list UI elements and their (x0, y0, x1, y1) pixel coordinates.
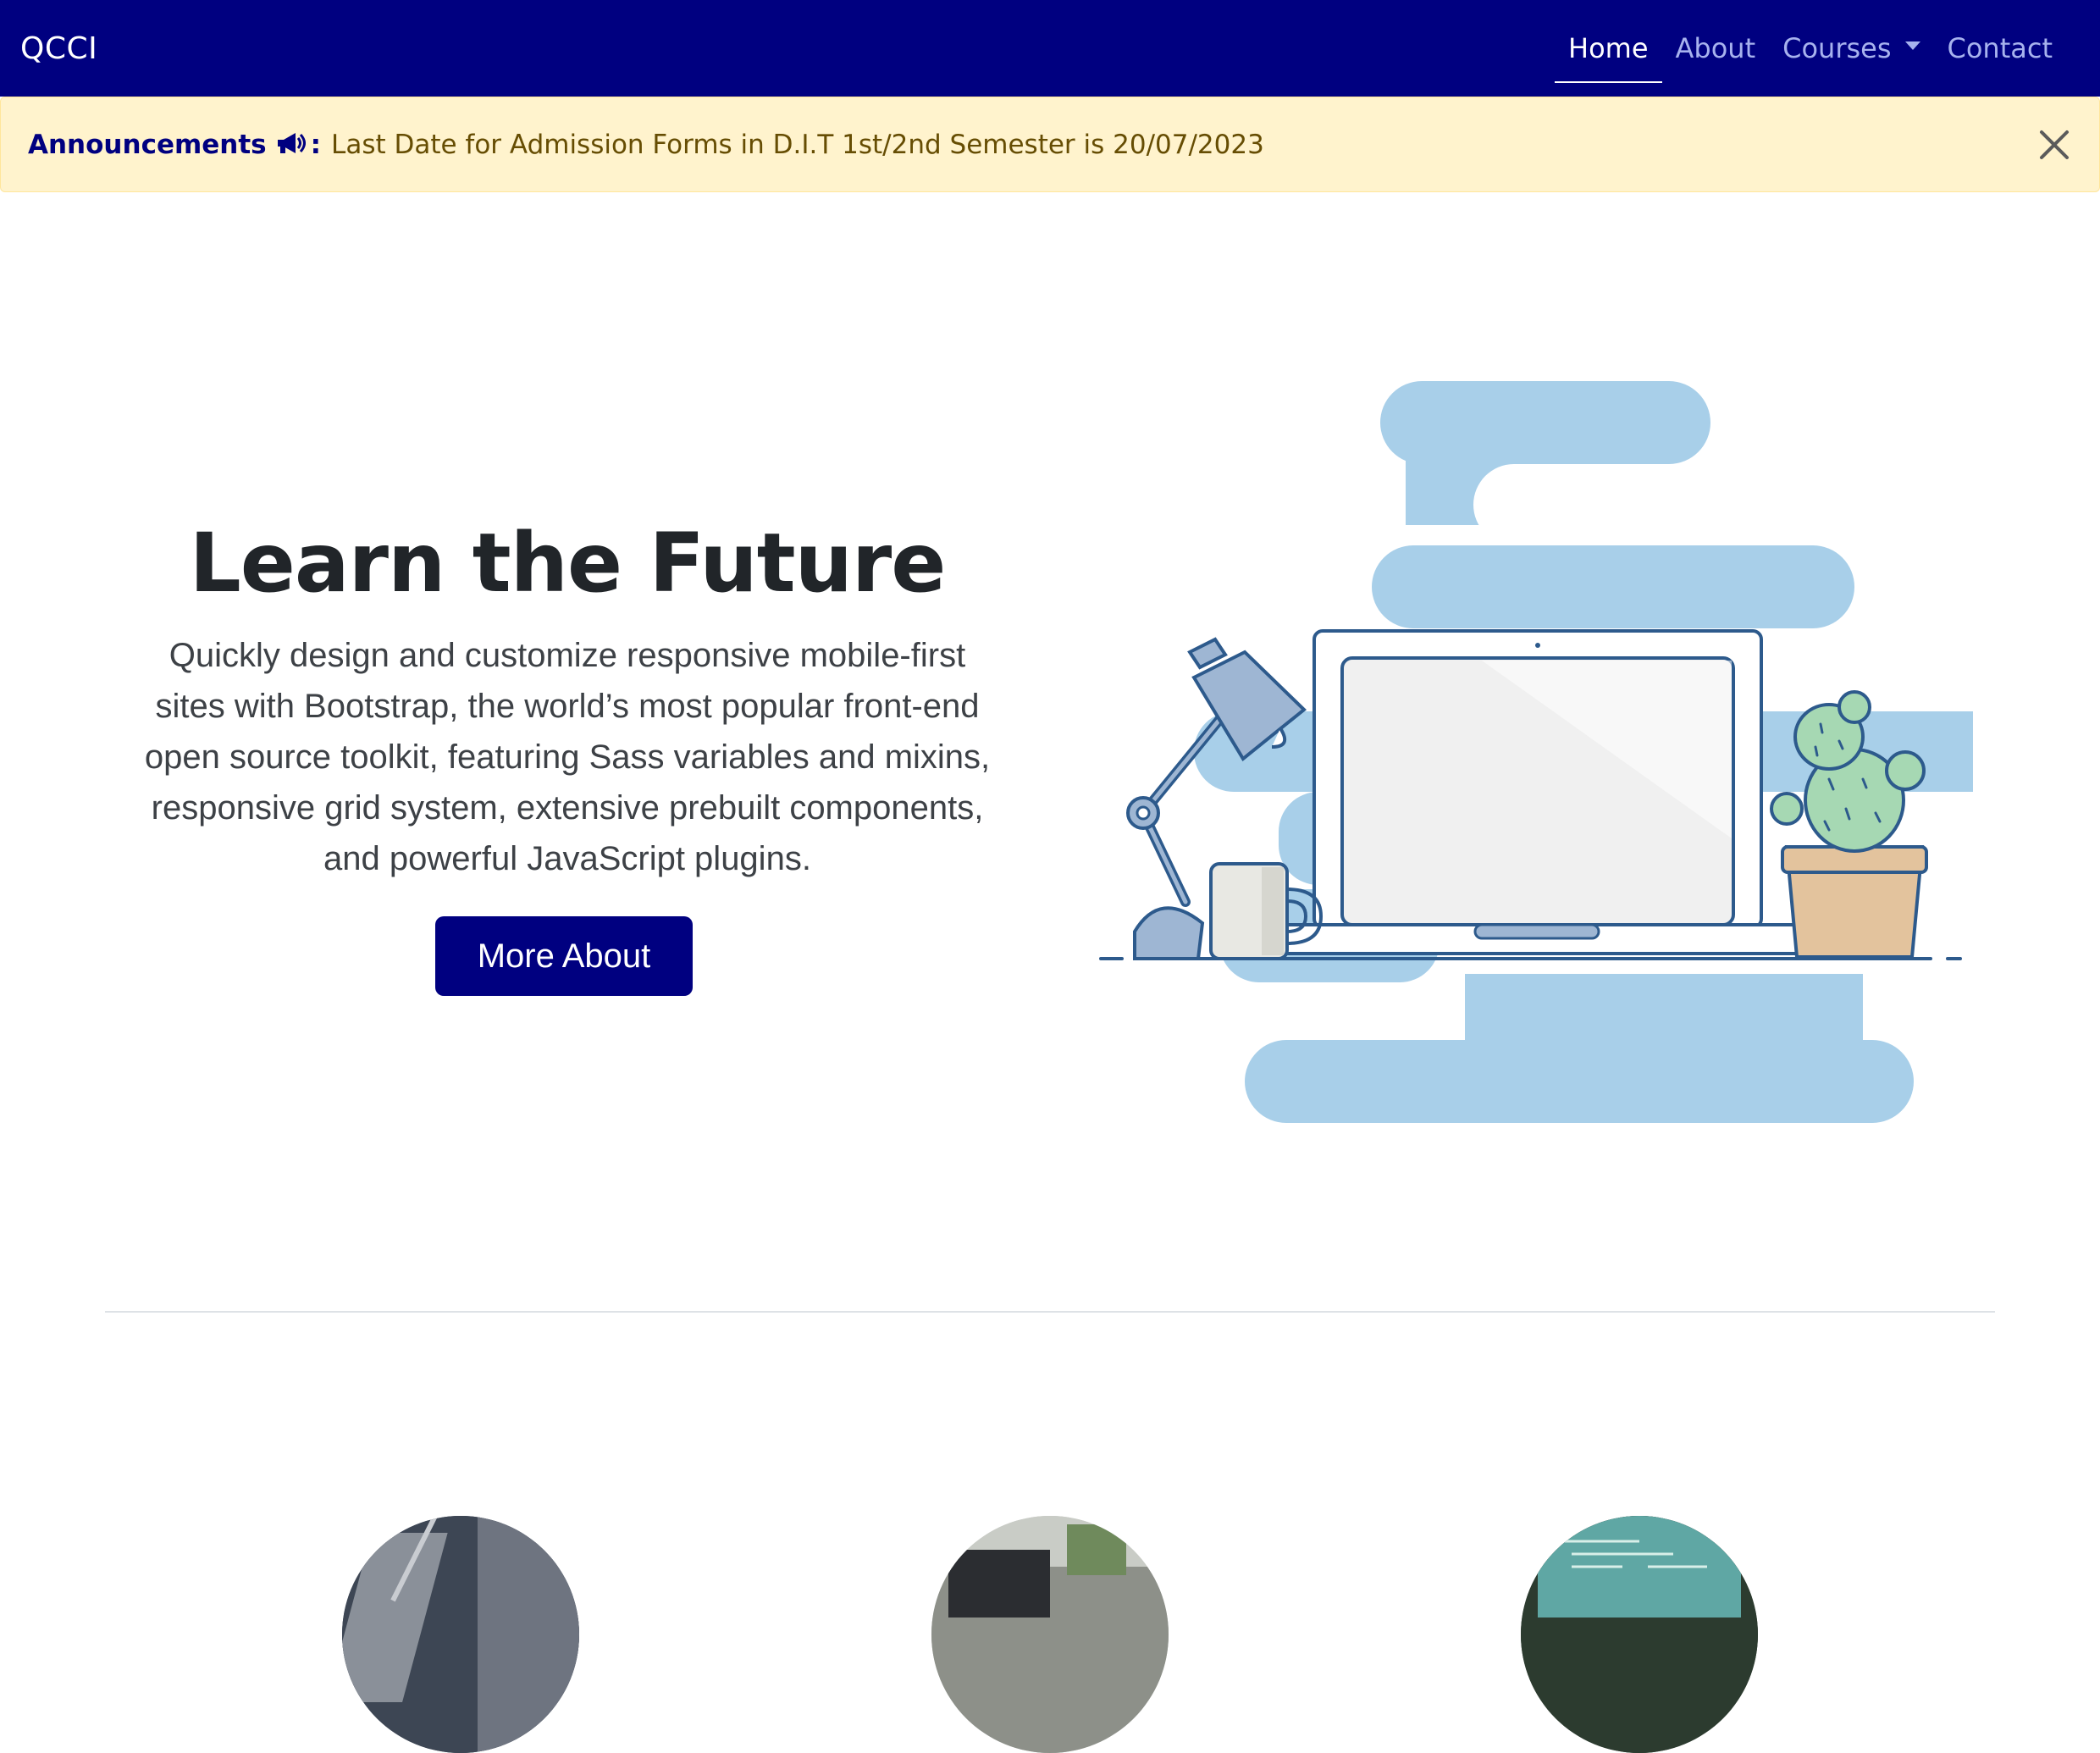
announcement-title: Announcements (28, 129, 267, 160)
chevron-down-icon (1904, 41, 1920, 50)
feature-image-workspace (931, 1516, 1169, 1753)
nav-links: Home About Courses Contact (1555, 0, 2066, 97)
nav-link-courses[interactable]: Courses (1769, 0, 1933, 97)
hero-title: Learn the Future (189, 516, 947, 611)
announcement-separator: : (310, 129, 322, 160)
announcement-text: Last Date for Admission Forms in D.I.T 1… (331, 129, 1264, 160)
section-divider (105, 1311, 1995, 1313)
more-about-button[interactable]: More About (434, 916, 694, 996)
announcement-banner: Announcements : Last Date for Admission … (0, 97, 2100, 192)
nav-link-contact[interactable]: Contact (1934, 0, 2067, 97)
brand-logo[interactable]: QCCI (20, 31, 97, 66)
close-icon[interactable] (2035, 125, 2074, 164)
desk-laptop-illustration (1084, 381, 2066, 1126)
megaphone-icon (275, 130, 306, 159)
hero-section: Learn the Future Quickly design and cust… (119, 508, 1016, 996)
nav-link-courses-label: Courses (1782, 32, 1892, 64)
navbar: QCCI Home About Courses Contact (0, 0, 2100, 97)
nav-link-home[interactable]: Home (1555, 0, 1662, 97)
hero-lead: Quickly design and customize responsive … (144, 637, 991, 877)
feature-image-code-screen (1521, 1516, 1758, 1753)
nav-link-about[interactable]: About (1662, 0, 1770, 97)
feature-image-laptop (342, 1516, 579, 1753)
